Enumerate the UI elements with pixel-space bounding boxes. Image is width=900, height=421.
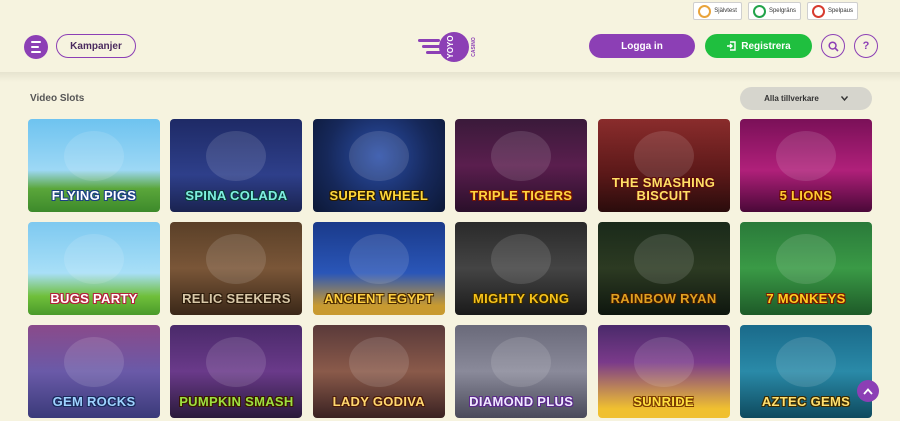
chevron-down-icon — [840, 96, 848, 101]
hamburger-icon[interactable] — [24, 35, 48, 59]
utility-badge-2[interactable]: Spelpaus — [806, 2, 858, 20]
game-art — [775, 337, 836, 387]
game-title: Relic Seekers — [182, 291, 291, 306]
badge-label: Spelpaus — [827, 8, 853, 14]
badge-icon — [752, 4, 766, 18]
game-title: The Smashing Biscuit — [611, 175, 716, 203]
game-title: Ancient Egypt — [324, 291, 434, 306]
badge-icon — [811, 4, 825, 18]
utility-bar: Självtest Spelgräns Spelpaus — [693, 2, 858, 20]
game-tile[interactable]: Diamond Plus — [455, 325, 588, 418]
arrow-enter-icon — [727, 41, 736, 51]
game-title: 5 Lions — [779, 188, 833, 203]
game-title: Pumpkin Smash — [179, 394, 294, 409]
search-icon — [827, 40, 839, 52]
game-title: Lady Godiva — [332, 394, 425, 409]
logo-subtext: CASINO — [471, 37, 477, 57]
game-art — [348, 234, 409, 284]
game-tile[interactable]: Aztec Gems — [739, 325, 872, 418]
game-grid: Flying Pigs Spina Colada Super Wheel Triple… — [28, 119, 872, 418]
utility-badge-1[interactable]: Spelgräns — [747, 2, 801, 20]
game-art — [64, 131, 124, 181]
game-art — [64, 234, 124, 284]
game-art — [348, 131, 409, 181]
game-title: Spina Colada — [185, 188, 288, 203]
game-tile[interactable]: Super Wheel — [312, 119, 445, 212]
search-button[interactable] — [821, 34, 845, 58]
game-title: Bugs Party — [50, 291, 138, 306]
game-tile[interactable]: Bugs Party — [28, 222, 160, 315]
game-title: Triple Tigers — [470, 188, 573, 203]
game-title: Gem Rocks — [52, 394, 136, 409]
help-icon: ? — [862, 40, 870, 52]
game-title: Aztec Gems — [761, 394, 851, 409]
game-art — [775, 234, 836, 284]
game-tile[interactable]: Ancient Egypt — [312, 222, 445, 315]
game-art — [348, 337, 409, 387]
login-button[interactable]: Logga in — [589, 34, 695, 58]
game-art — [206, 337, 267, 387]
game-tile[interactable]: Sunride — [597, 325, 730, 418]
scroll-to-top-button[interactable] — [857, 380, 879, 402]
provider-filter-dropdown[interactable]: Alla tillverkare — [740, 87, 872, 110]
game-art — [633, 337, 694, 387]
game-title: Mighty Kong — [473, 291, 570, 306]
game-tile[interactable]: Spina Colada — [170, 119, 303, 212]
logo-text: YOYO — [446, 35, 455, 58]
game-art — [491, 131, 552, 181]
badge-label: Spelgräns — [768, 8, 796, 14]
help-button[interactable]: ? — [854, 34, 878, 58]
game-title: Rainbow Ryan — [610, 291, 717, 306]
game-title: 7 Monkeys — [766, 291, 846, 306]
game-tile[interactable]: The Smashing Biscuit — [597, 119, 730, 212]
game-tile[interactable]: Flying Pigs — [28, 119, 160, 212]
game-art — [633, 234, 694, 284]
game-tile[interactable]: Rainbow Ryan — [597, 222, 730, 315]
badge-icon — [698, 4, 712, 18]
register-button[interactable]: Registrera — [705, 34, 812, 58]
header-shadow — [0, 72, 900, 82]
game-tile[interactable]: 7 Monkeys — [739, 222, 872, 315]
kampanjer-button[interactable]: Kampanjer — [56, 34, 136, 58]
yoyo-casino-logo[interactable]: YOYO CASINO — [418, 30, 484, 64]
utility-badge-0[interactable]: Självtest — [693, 2, 742, 20]
game-tile[interactable]: Mighty Kong — [455, 222, 588, 315]
site-header: Kampanjer YOYO CASINO Logga in Registrer… — [0, 22, 900, 72]
game-art — [206, 234, 267, 284]
game-art — [633, 131, 694, 181]
filter-label: Alla tillverkare — [764, 94, 819, 103]
game-art — [491, 234, 552, 284]
register-label: Registrera — [741, 40, 791, 52]
section-title: Video Slots — [30, 93, 85, 104]
game-art — [64, 337, 124, 387]
game-title: Sunride — [633, 394, 694, 409]
badge-label: Självtest — [714, 8, 737, 14]
game-title: Flying Pigs — [51, 188, 137, 203]
game-art — [491, 337, 552, 387]
game-tile[interactable]: 5 Lions — [739, 119, 872, 212]
game-title: Diamond Plus — [469, 394, 574, 409]
arrow-up-icon — [863, 387, 873, 395]
game-tile[interactable]: Relic Seekers — [170, 222, 303, 315]
game-tile[interactable]: Triple Tigers — [455, 119, 588, 212]
game-title: Super Wheel — [329, 188, 429, 203]
game-art — [775, 131, 836, 181]
game-tile[interactable]: Gem Rocks — [28, 325, 160, 418]
game-tile[interactable]: Lady Godiva — [312, 325, 445, 418]
game-art — [206, 131, 267, 181]
game-tile[interactable]: Pumpkin Smash — [170, 325, 303, 418]
